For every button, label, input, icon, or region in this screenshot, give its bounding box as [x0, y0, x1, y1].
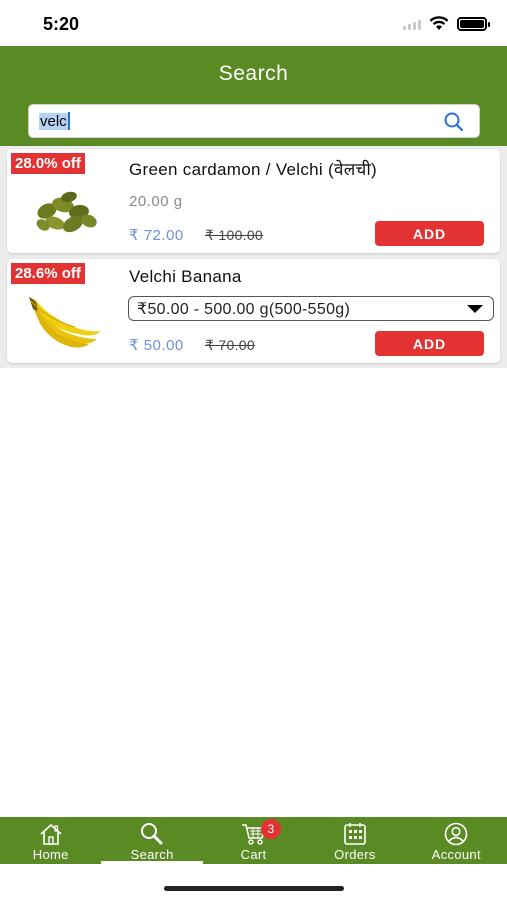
signal-icon: [403, 18, 421, 30]
wifi-icon: [429, 16, 449, 30]
page-title: Search: [218, 62, 289, 85]
dropdown-arrow-icon: [467, 305, 483, 313]
home-icon: [40, 823, 62, 845]
product-mrp: ₹ 100.00: [205, 227, 264, 243]
cardamom-image: [36, 191, 97, 233]
battery-icon: [457, 16, 490, 31]
search-icon: [141, 823, 163, 845]
orders-icon: [344, 823, 366, 845]
account-icon: [445, 822, 468, 846]
status-icons: [403, 16, 490, 31]
product-name[interactable]: Green cardamon / Velchi (वेलची): [129, 157, 377, 180]
status-bar: 5:20: [0, 0, 507, 46]
nav-search[interactable]: Search: [101, 817, 204, 864]
discount-badge: 28.6% off: [11, 263, 85, 284]
home-indicator[interactable]: [164, 886, 344, 891]
text-caret: [67, 112, 70, 130]
bottom-nav: Home Search 3 Cart Orders Account: [0, 817, 507, 864]
search-icon[interactable]: [443, 111, 465, 133]
variant-select-value: ₹50.00 - 500.00 g(500-550g): [137, 300, 351, 318]
product-weight: 20.00 g: [129, 193, 183, 210]
product-name[interactable]: Velchi Banana: [129, 267, 242, 287]
add-button[interactable]: ADD: [375, 221, 484, 246]
product-price: ₹ 50.00: [129, 337, 184, 354]
nav-cart[interactable]: 3 Cart: [203, 817, 304, 864]
product-card[interactable]: 28.6% off Velchi Banana ₹50.00 - 500.00 …: [7, 259, 500, 363]
banana-image: [29, 297, 101, 348]
add-button[interactable]: ADD: [375, 331, 484, 356]
nav-label: Home: [32, 847, 69, 862]
product-price: ₹ 72.00: [129, 227, 184, 244]
search-input[interactable]: velc: [28, 104, 480, 138]
nav-label: Search: [130, 847, 174, 862]
nav-account[interactable]: Account: [406, 817, 507, 864]
product-list: 28.0% off Green cardamon / Velchi (वेलची…: [0, 146, 507, 368]
nav-orders[interactable]: Orders: [304, 817, 405, 864]
nav-label: Account: [431, 847, 481, 862]
nav-label: Cart: [240, 847, 267, 862]
product-card[interactable]: 28.0% off Green cardamon / Velchi (वेलची…: [7, 149, 500, 253]
search-screen: 5:20 Search velc 28.0% off Green cardamo…: [0, 0, 507, 900]
nav-home[interactable]: Home: [0, 817, 101, 864]
status-time: 5:20: [43, 14, 80, 34]
variant-select[interactable]: ₹50.00 - 500.00 g(500-550g): [128, 296, 494, 321]
product-mrp: ₹ 70.00: [205, 337, 255, 353]
search-input-value[interactable]: velc: [39, 112, 68, 130]
discount-badge: 28.0% off: [11, 153, 85, 174]
header: Search velc: [0, 46, 507, 146]
nav-label: Orders: [334, 847, 376, 862]
cart-count-badge: 3: [260, 819, 281, 839]
